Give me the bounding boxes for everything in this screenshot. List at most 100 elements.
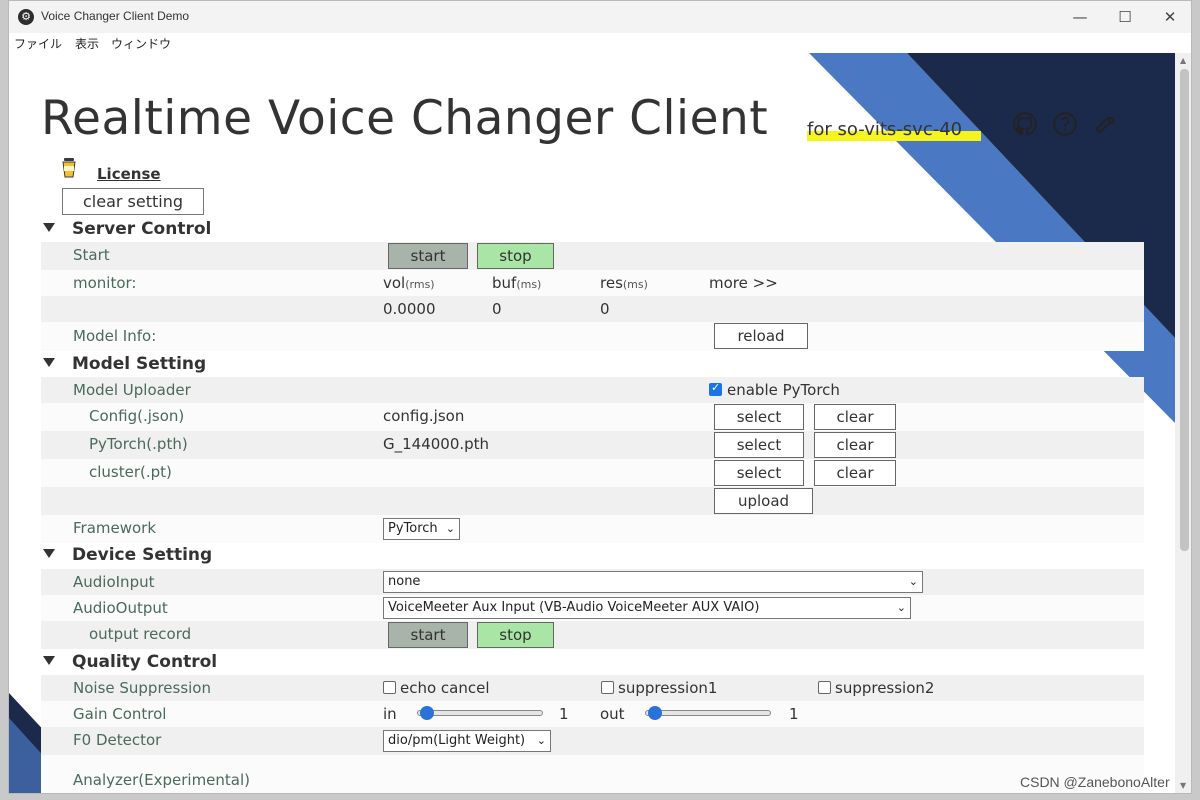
monitor-values-row: 0.0000 0 0 xyxy=(41,296,1144,322)
vol-unit: (rms) xyxy=(405,278,435,291)
app-icon: ⚙ xyxy=(18,9,34,25)
pytorch-select-button[interactable]: select xyxy=(714,432,804,458)
server-start-row: Start start stop xyxy=(41,242,1144,270)
cluster-label: cluster(.pt) xyxy=(89,463,172,481)
upload-row: upload xyxy=(41,487,1144,515)
gain-in-slider-handle[interactable] xyxy=(420,706,434,720)
cluster-clear-button[interactable]: clear xyxy=(814,460,896,486)
config-clear-button[interactable]: clear xyxy=(814,404,896,430)
close-button[interactable]: ✕ xyxy=(1154,5,1186,29)
audio-output-select[interactable]: VoiceMeeter Aux Input (VB-Audio VoiceMee… xyxy=(383,597,911,619)
scrollbar-thumb[interactable] xyxy=(1180,69,1189,551)
pytorch-row: PyTorch(.pth) G_144000.pth select clear xyxy=(41,431,1144,459)
clear-setting-button[interactable]: clear setting xyxy=(62,188,204,215)
menu-view[interactable]: 表示 xyxy=(75,35,99,52)
record-start-button[interactable]: start xyxy=(388,622,468,648)
menu-window[interactable]: ウィンドウ xyxy=(111,35,171,52)
suppression2-label: suppression2 xyxy=(835,679,935,697)
res-header: res(ms) xyxy=(600,274,648,292)
section-heading: Device Setting xyxy=(72,545,213,565)
menu-bar: ファイル 表示 ウィンドウ xyxy=(9,33,1191,53)
enable-pytorch-checkbox[interactable] xyxy=(709,381,722,396)
help-icon[interactable] xyxy=(1052,111,1078,137)
scroll-down-icon[interactable]: ▼ xyxy=(1180,781,1186,790)
section-device-setting[interactable]: Device Setting xyxy=(43,545,212,565)
server-start-button[interactable]: start xyxy=(388,243,468,269)
server-stop-button[interactable]: stop xyxy=(477,243,554,269)
audio-output-select-value: VoiceMeeter Aux Input (VB-Audio VoiceMee… xyxy=(388,600,760,615)
buf-unit: (ms) xyxy=(516,278,542,291)
chevron-down-icon: ⌄ xyxy=(536,734,546,747)
gain-control-label: Gain Control xyxy=(73,705,167,723)
echo-cancel-checkbox[interactable] xyxy=(383,681,396,694)
section-quality-control[interactable]: Quality Control xyxy=(43,652,217,672)
pytorch-clear-button[interactable]: clear xyxy=(814,432,896,458)
config-select-button[interactable]: select xyxy=(714,404,804,430)
title-bar: ⚙ Voice Changer Client Demo — ☐ ✕ xyxy=(9,1,1191,33)
analyzer-label[interactable]: Analyzer(Experimental) xyxy=(73,771,250,789)
gain-in-value: 1 xyxy=(559,705,569,723)
analyzer-row: Analyzer(Experimental) xyxy=(41,755,1144,793)
chevron-down-icon: ⌄ xyxy=(445,522,455,535)
gain-in-label: in xyxy=(383,705,397,723)
suppression1-label: suppression1 xyxy=(618,679,718,697)
gain-out-slider[interactable] xyxy=(645,706,771,720)
model-uploader-row: Model Uploader enable PyTorch xyxy=(41,377,1144,403)
pytorch-filename: G_144000.pth xyxy=(383,435,490,453)
audio-input-row: AudioInput none ⌄ xyxy=(41,569,1144,595)
suppression1-checkbox[interactable] xyxy=(601,681,614,694)
vol-text: vol xyxy=(383,274,406,292)
cluster-select-button[interactable]: select xyxy=(714,460,804,486)
menu-file[interactable]: ファイル xyxy=(14,35,62,52)
wrench-icon[interactable] xyxy=(1092,111,1118,137)
scroll-up-icon[interactable]: ▲ xyxy=(1180,56,1186,65)
audio-input-select[interactable]: none ⌄ xyxy=(383,571,923,593)
record-stop-button[interactable]: stop xyxy=(477,622,554,648)
watermark: CSDN @ZanebonoAlter xyxy=(1020,774,1170,790)
section-server-control[interactable]: Server Control xyxy=(43,219,211,239)
collapse-triangle-icon xyxy=(43,549,55,558)
chevron-down-icon: ⌄ xyxy=(908,575,918,588)
gain-out-label: out xyxy=(600,705,625,723)
gain-out-slider-handle[interactable] xyxy=(648,706,662,720)
coffee-icon xyxy=(62,158,76,178)
chevron-down-icon: ⌄ xyxy=(896,601,906,614)
f0-detector-row: F0 Detector dio/pm(Light Weight) ⌄ xyxy=(41,727,1144,755)
gain-control-row: Gain Control in 1 out 1 xyxy=(41,701,1144,727)
more-link[interactable]: more >> xyxy=(709,274,778,292)
pytorch-label: PyTorch(.pth) xyxy=(89,435,188,453)
res-unit: (ms) xyxy=(622,278,648,291)
page-title: Realtime Voice Changer Client xyxy=(41,91,769,146)
audio-input-select-value: none xyxy=(388,574,421,589)
res-text: res xyxy=(600,274,623,292)
github-icon[interactable] xyxy=(1012,111,1038,137)
framework-row: Framework PyTorch ⌄ xyxy=(41,515,1144,543)
collapse-triangle-icon xyxy=(43,358,55,367)
minimize-button[interactable]: — xyxy=(1064,5,1096,29)
f0-detector-select[interactable]: dio/pm(Light Weight) ⌄ xyxy=(383,730,551,752)
collapse-triangle-icon xyxy=(43,656,55,665)
section-model-setting[interactable]: Model Setting xyxy=(43,354,206,374)
config-row: Config(.json) config.json select clear xyxy=(41,403,1144,431)
page-subtitle: for so-vits-svc-40 xyxy=(807,119,963,140)
f0-detector-select-value: dio/pm(Light Weight) xyxy=(388,733,526,748)
monitor-label: monitor: xyxy=(73,274,137,292)
maximize-button[interactable]: ☐ xyxy=(1109,5,1141,29)
window-title: Voice Changer Client Demo xyxy=(41,9,190,23)
suppression2-checkbox[interactable] xyxy=(818,681,831,694)
framework-select[interactable]: PyTorch ⌄ xyxy=(383,518,460,540)
upload-button[interactable]: upload xyxy=(714,488,813,514)
buf-header: buf(ms) xyxy=(492,274,541,292)
gain-in-slider[interactable] xyxy=(417,706,543,720)
gain-out-value: 1 xyxy=(789,705,799,723)
vertical-scrollbar[interactable]: ▲ ▼ xyxy=(1175,53,1191,793)
monitor-row: monitor: vol(rms) buf(ms) res(ms) more >… xyxy=(41,270,1144,296)
reload-button[interactable]: reload xyxy=(714,323,808,349)
vol-value: 0.0000 xyxy=(383,300,436,318)
model-info-row: Model Info: reload xyxy=(41,322,1144,351)
collapse-triangle-icon xyxy=(43,223,55,232)
cluster-row: cluster(.pt) select clear xyxy=(41,459,1144,487)
config-label: Config(.json) xyxy=(89,407,185,425)
main-content: Realtime Voice Changer Client for so-vit… xyxy=(9,53,1175,793)
license-link[interactable]: License xyxy=(97,165,161,183)
